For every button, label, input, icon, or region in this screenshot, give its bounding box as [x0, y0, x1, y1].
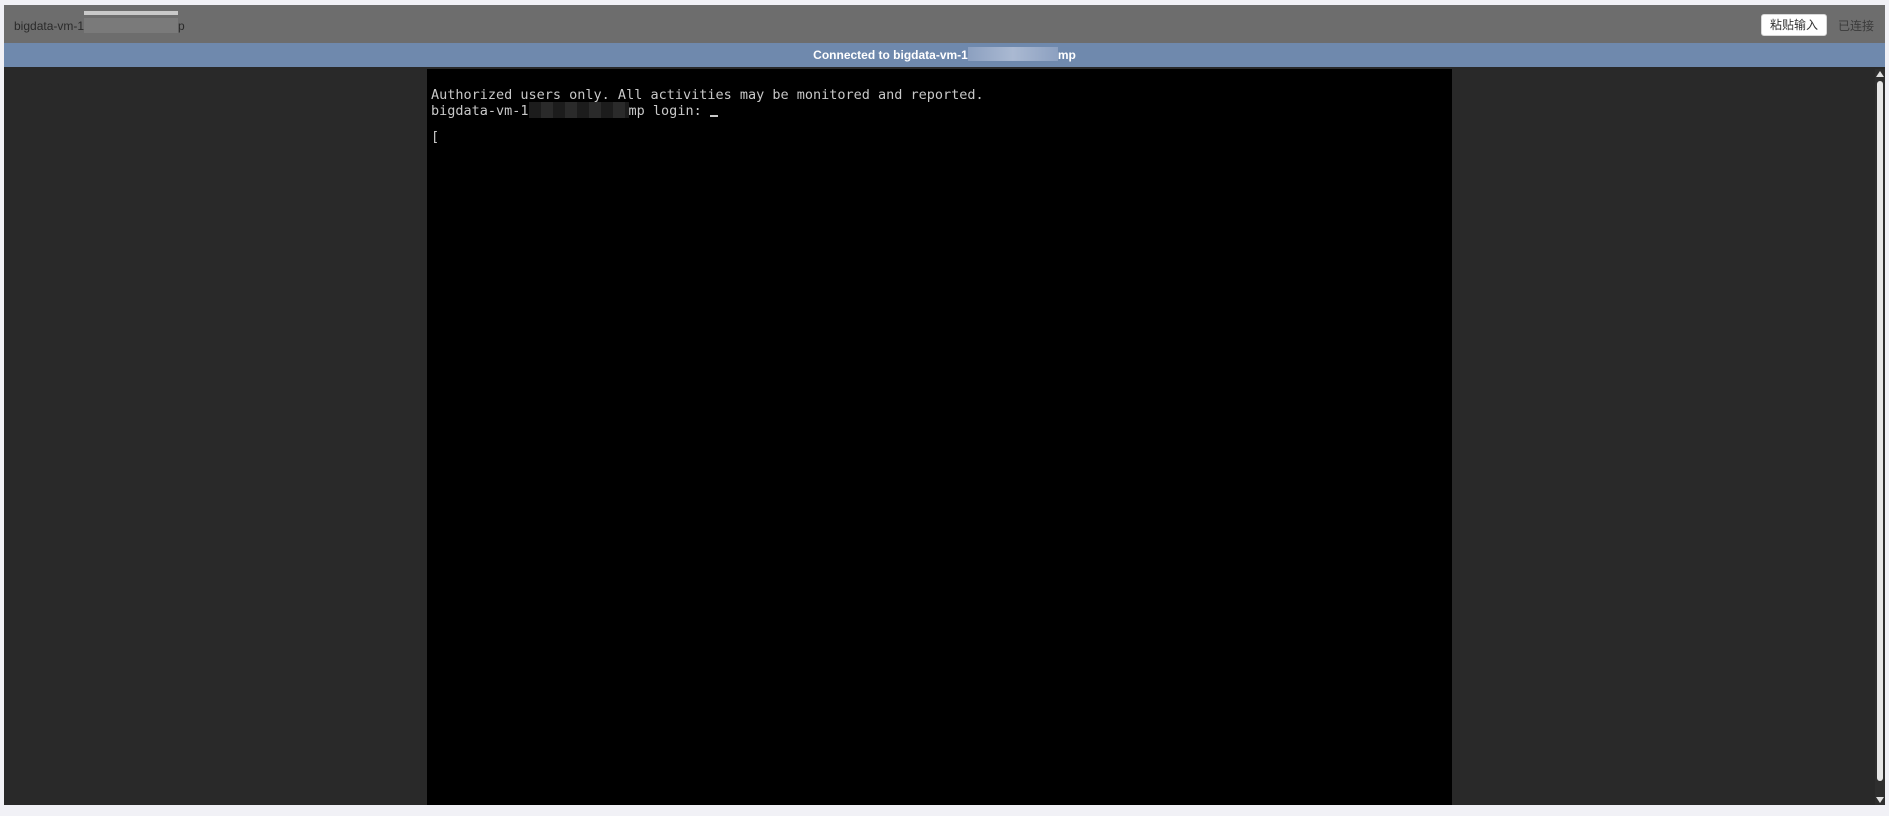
connection-banner-prefix: Connected to bigdata-vm-1 [813, 48, 968, 62]
terminal-screen[interactable]: Authorized users only. All activities ma… [427, 69, 1452, 805]
connection-status-text: 已连接 [1838, 19, 1875, 33]
redacted-region [967, 47, 1058, 61]
top-bar: bigdata-vm-1 p 粘贴输入 已连接 [4, 5, 1885, 43]
login-host-prefix: bigdata-vm-1 [431, 103, 529, 119]
terminal-warning-line: Authorized users only. All activities ma… [431, 87, 984, 103]
redacted-region [528, 102, 629, 118]
terminal-line-3: [ [431, 129, 440, 145]
vm-name-prefix: bigdata-vm-1 [14, 19, 85, 33]
scroll-thumb[interactable] [1877, 81, 1883, 781]
console-window: bigdata-vm-1 p 粘贴输入 已连接 Connected to bigd… [4, 5, 1885, 805]
connection-banner-suffix: mp [1057, 48, 1076, 62]
connection-banner: Connected to bigdata-vm-1 mp [4, 43, 1885, 67]
scroll-up-arrow-icon[interactable] [1876, 71, 1884, 77]
vertical-scrollbar[interactable] [1875, 69, 1885, 805]
text-cursor [709, 115, 718, 117]
vm-name-title: bigdata-vm-1 p [14, 11, 185, 33]
redacted-region [84, 11, 179, 33]
terminal-login-prompt: bigdata-vm-1 mp login: [431, 102, 718, 119]
login-host-suffix: mp login: [628, 103, 710, 119]
vm-name-suffix: p [178, 19, 185, 33]
paste-input-button[interactable]: 粘贴输入 [1761, 14, 1827, 36]
scroll-down-arrow-icon[interactable] [1876, 797, 1884, 803]
